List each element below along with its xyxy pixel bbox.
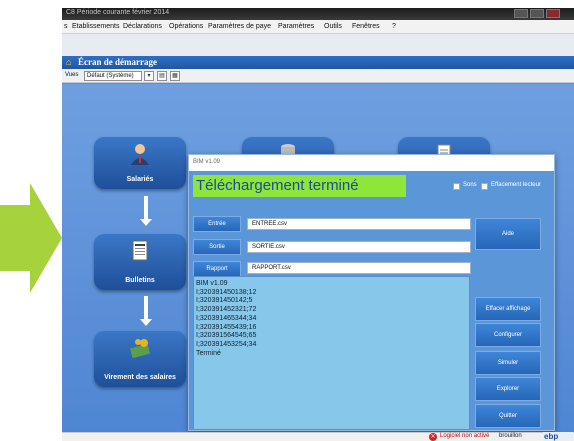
menu-item-outils[interactable]: Outils (324, 23, 342, 30)
down-arrow-1 (140, 196, 152, 226)
green-arrow-icon (0, 183, 62, 293)
log-line: I;320391465344;34 (196, 314, 257, 322)
app-window: C8 Période courante février 2014 s Etabl… (62, 8, 574, 441)
menu-item-parametres[interactable]: Paramètres (278, 23, 314, 30)
tile-label-bulletins: Bulletins (125, 277, 155, 284)
toolbar-area (62, 34, 574, 56)
view-edit-icon[interactable]: ▤ (157, 71, 167, 81)
log-line: I;320391455439;16 (196, 323, 257, 331)
quitter-button[interactable]: Quitter (475, 404, 541, 428)
menu-item-help[interactable]: ? (392, 23, 396, 30)
rapport-button[interactable]: Rapport (193, 261, 241, 277)
simuler-button[interactable]: Simuler (475, 351, 541, 375)
menu-item-operations[interactable]: Opérations (169, 23, 203, 30)
payslip-icon (130, 240, 150, 262)
dropdown-arrow-icon[interactable]: ▾ (144, 71, 154, 81)
views-bar: Vues Défaut (Système) ▾ ▤ ▦ (62, 69, 574, 83)
menu-item-s[interactable]: s (64, 23, 68, 30)
down-arrow-2 (140, 296, 152, 326)
entree-field[interactable]: ENTREE.csv (247, 218, 471, 230)
tile-label-salaries: Salariés (126, 176, 154, 183)
ebp-logo: ebp (543, 432, 573, 441)
download-status-banner: Téléchargement terminé (193, 175, 406, 197)
money-icon (130, 337, 150, 359)
menu-item-parametres-paye[interactable]: Paramètres de paye (208, 23, 271, 30)
activation-status: Logiciel non activé (440, 433, 490, 439)
tile-salaries[interactable]: Salariés (94, 137, 186, 189)
sons-checkbox[interactable] (453, 183, 460, 190)
brouillon-status: brouillon (499, 433, 522, 439)
entree-button[interactable]: Entrée (193, 216, 241, 232)
menu-bar: s Etablissements Déclarations Opérations… (62, 20, 574, 34)
effacer-affichage-button[interactable]: Effacer affichage (475, 297, 541, 321)
rapport-field[interactable]: RAPPORT.csv (247, 262, 471, 274)
maximize-button[interactable] (530, 9, 544, 18)
status-bar: ✕ Logiciel non activé brouillon ebp (62, 432, 574, 441)
effacement-label: Effacement lecteur (491, 182, 541, 188)
log-output[interactable]: BIM v1.09 I;320391450138;12 I;3203914501… (193, 276, 470, 430)
log-line: I;320391450142;5 (196, 297, 253, 305)
window-title: C8 Période courante février 2014 (66, 9, 170, 16)
log-line: Terminé (196, 349, 221, 357)
warning-icon: ✕ (429, 433, 437, 441)
page-title: Écran de démarrage (78, 57, 157, 67)
view-save-icon[interactable]: ▦ (170, 71, 180, 81)
person-icon (130, 143, 150, 165)
tile-bulletins[interactable]: Bulletins (94, 234, 186, 290)
home-icon: ⌂ (66, 57, 72, 67)
log-line: I;320391564545;65 (196, 332, 257, 340)
page-header: ⌂ Écran de démarrage (62, 56, 574, 69)
sons-label: Sons (463, 182, 477, 188)
log-line: I;320391453254;34 (196, 340, 257, 348)
bim-title-bar: BIM v1.09 (189, 155, 554, 171)
sortie-field[interactable]: SORTIE.csv (247, 241, 471, 253)
close-window-button[interactable] (546, 9, 560, 18)
sortie-button[interactable]: Sortie (193, 239, 241, 255)
views-select[interactable]: Défaut (Système) (84, 71, 142, 81)
views-label: Vues (65, 72, 79, 78)
tile-label-virement: Virement des salaires (104, 374, 176, 381)
log-line: I;320391452321;72 (196, 306, 257, 314)
tile-virement[interactable]: Virement des salaires (94, 331, 186, 387)
title-bar: C8 Période courante février 2014 (62, 8, 574, 20)
menu-item-declarations[interactable]: Déclarations (123, 23, 162, 30)
menu-item-fenetres[interactable]: Fenêtres (352, 23, 380, 30)
aide-button[interactable]: Aide (475, 218, 541, 250)
log-line: I;320391450138;12 (196, 288, 257, 296)
effacement-checkbox[interactable] (481, 183, 488, 190)
menu-item-etablissements[interactable]: Etablissements (72, 23, 119, 30)
explorer-button[interactable]: Explorer (475, 377, 541, 401)
bim-dialog: BIM v1.09 Téléchargement terminé Sons Ef… (188, 154, 555, 431)
configurer-button[interactable]: Configurer (475, 323, 541, 347)
bim-title: BIM v1.09 (193, 159, 221, 165)
log-line: BIM v1.09 (196, 280, 228, 287)
minimize-button[interactable] (514, 9, 528, 18)
